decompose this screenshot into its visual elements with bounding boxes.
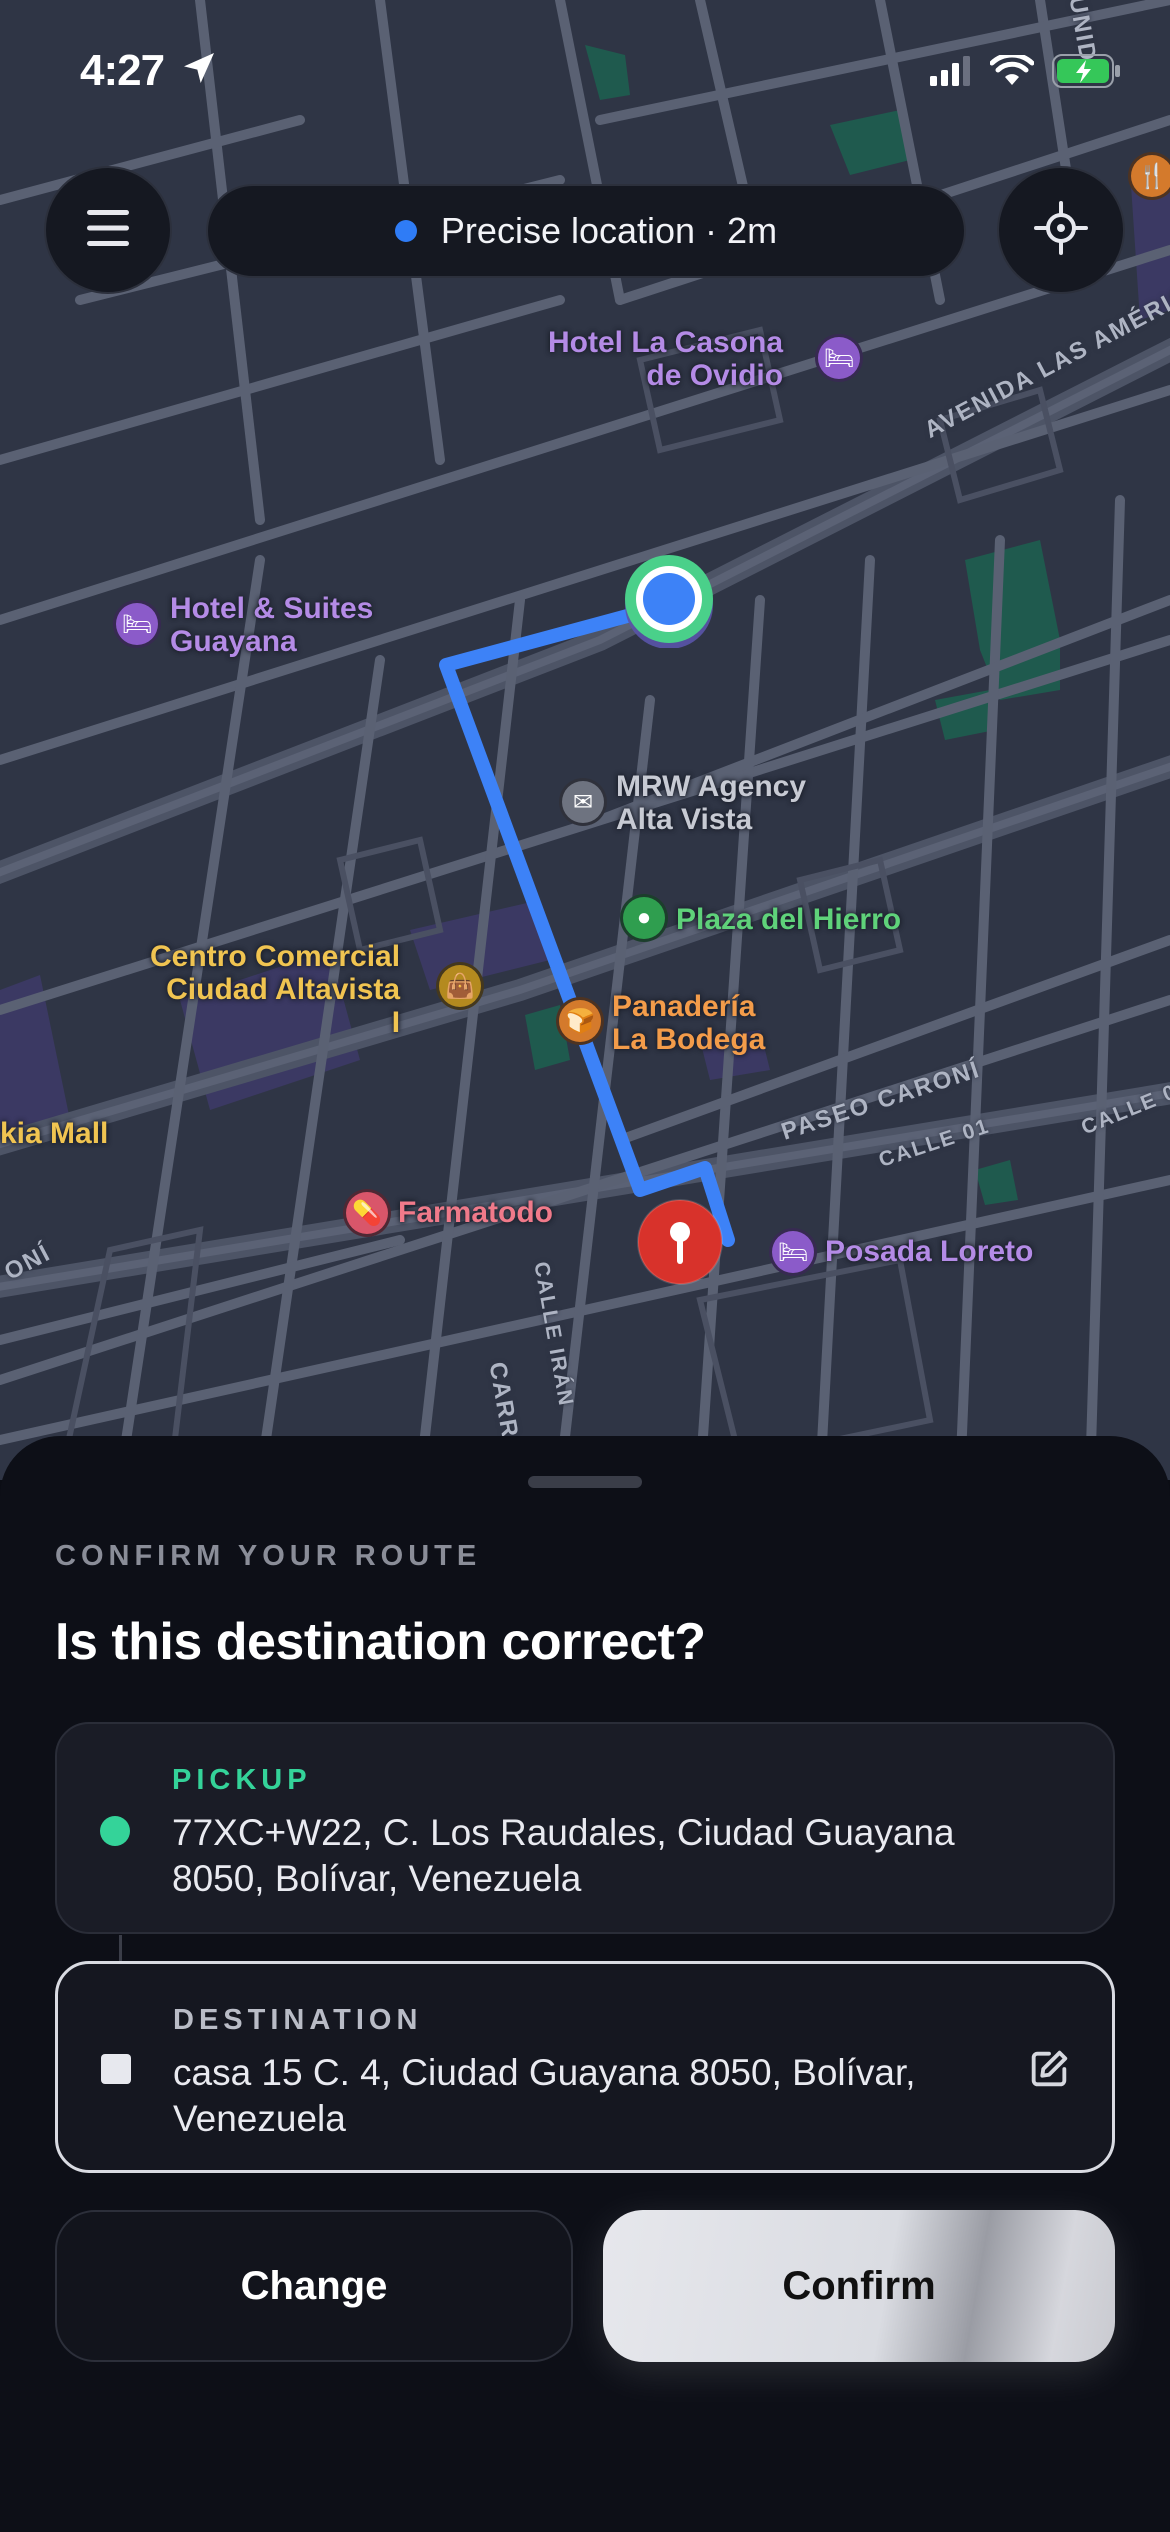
sheet-grabber[interactable] [528, 1476, 642, 1488]
pickup-dot-icon [100, 1816, 130, 1846]
sheet-eyebrow: CONFIRM YOUR ROUTE [55, 1540, 482, 1572]
bread-icon: 🍞 [556, 997, 604, 1045]
pickup-caption: PICKUP [172, 1764, 312, 1796]
place-label-mrw-agency[interactable]: MRW Agency Alta Vista [616, 770, 806, 836]
place-label-plaza-del-hierro[interactable]: Plaza del Hierro [676, 903, 901, 936]
status-time: 4:27 [80, 46, 219, 99]
accuracy-dot [394, 220, 417, 242]
hamburger-menu-icon [85, 208, 131, 253]
crosshair-icon [1034, 200, 1088, 260]
destination-card[interactable]: DESTINATION casa 15 C. 4, Ciudad Guayana… [55, 1961, 1115, 2173]
place-label-panaderia[interactable]: Panadería La Bodega [612, 990, 765, 1056]
bed-icon: 🛏 [815, 334, 863, 382]
shopping-bag-icon: 👜 [436, 962, 484, 1010]
pickup-address: 77XC+W22, C. Los Raudales, Ciudad Guayan… [172, 1812, 955, 1899]
menu-button[interactable] [44, 166, 172, 294]
place-label-centro-comercial[interactable]: Centro Comercial Ciudad Altavista I [150, 940, 400, 1039]
place-label-kia-mall[interactable]: kia Mall [0, 1117, 108, 1150]
place-label-farmatodo[interactable]: Farmatodo [398, 1196, 553, 1229]
place-label-hotel-suites-guayana[interactable]: Hotel & Suites Guayana [170, 592, 373, 658]
destination-caption: DESTINATION [173, 2004, 423, 2036]
recenter-button[interactable] [997, 166, 1125, 294]
place-label-posada-loreto[interactable]: Posada Loreto [825, 1235, 1033, 1268]
destination-address: casa 15 C. 4, Ciudad Guayana 8050, Bolív… [173, 2052, 916, 2139]
signal-icon [930, 56, 972, 91]
bed-icon: 🛏 [113, 600, 161, 648]
confirm-button[interactable]: Confirm [603, 2210, 1115, 2362]
sheet-title: Is this destination correct? [55, 1613, 706, 1671]
destination-square-icon [101, 2054, 131, 2084]
change-button[interactable]: Change [55, 2210, 573, 2362]
battery-charging-icon [1052, 54, 1122, 93]
place-label-hotel-la-casona[interactable]: Hotel La Casona de Ovidio [548, 326, 783, 392]
pickup-card[interactable]: PICKUP 77XC+W22, C. Los Raudales, Ciudad… [55, 1722, 1115, 1934]
location-accuracy-text: Precise location · 2m [440, 210, 778, 251]
route-connector [119, 1935, 122, 1961]
pill-icon: 💊 [343, 1189, 391, 1237]
location-arrow-icon [179, 48, 219, 99]
destination-pin-icon [636, 1198, 724, 1286]
bed-icon: 🛏 [769, 1228, 817, 1276]
location-accuracy-pill[interactable]: Precise location · 2m [206, 184, 966, 278]
restaurant-icon: 🍴 [1128, 152, 1170, 200]
current-location-marker [620, 550, 718, 648]
edit-icon[interactable] [1026, 2046, 1072, 2092]
wifi-icon [989, 52, 1035, 92]
envelope-icon: ✉ [559, 778, 607, 826]
status-icons [930, 52, 1122, 93]
park-icon: ● [620, 894, 668, 942]
